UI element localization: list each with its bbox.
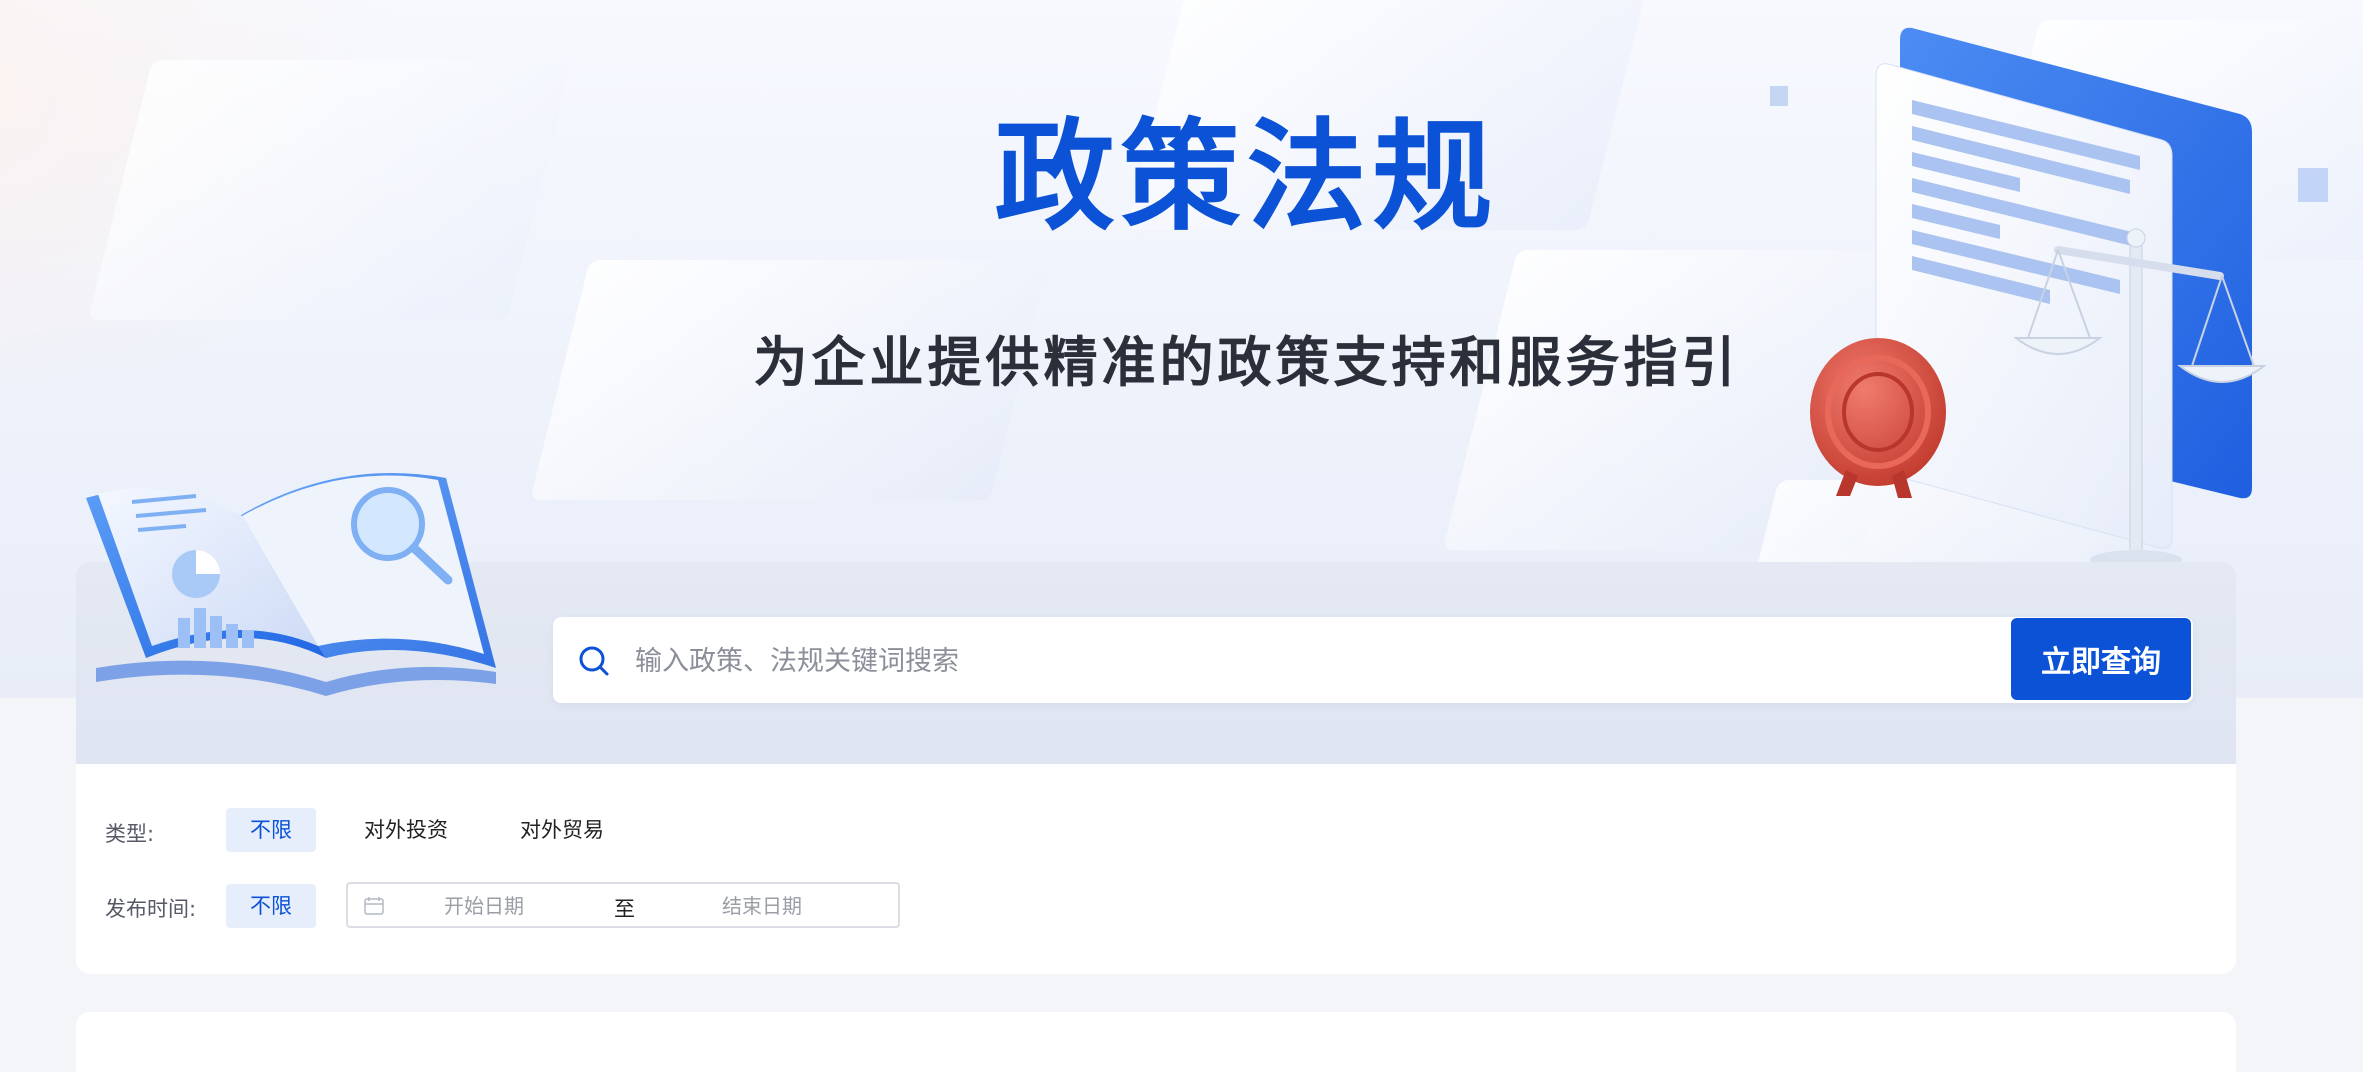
search-input[interactable] xyxy=(633,617,1937,705)
type-filter-label: 类型: xyxy=(105,822,155,846)
document-illustration xyxy=(1810,27,2267,570)
end-date-input[interactable] xyxy=(720,884,884,928)
type-option-any[interactable]: 不限 xyxy=(226,808,316,852)
type-option-foreign-trade[interactable]: 对外贸易 xyxy=(496,808,628,852)
type-option-outbound-investment[interactable]: 对外投资 xyxy=(340,808,472,852)
book-illustration xyxy=(86,473,496,696)
date-range-picker[interactable]: 至 xyxy=(346,882,900,928)
filter-panel xyxy=(76,764,2236,974)
results-card xyxy=(76,1012,2236,1072)
publish-time-option-any[interactable]: 不限 xyxy=(226,884,316,928)
search-button[interactable]: 立即查询 xyxy=(2011,618,2191,700)
date-range-separator: 至 xyxy=(614,897,635,921)
publish-time-label: 发布时间: xyxy=(105,897,197,921)
search-box xyxy=(553,617,2193,705)
search-icon xyxy=(579,646,609,676)
page-title: 政策法规 xyxy=(994,108,1499,247)
start-date-input[interactable] xyxy=(442,884,606,928)
page-subtitle: 为企业提供精准的政策支持和服务指引 xyxy=(753,331,1740,394)
calendar-icon xyxy=(364,897,384,915)
